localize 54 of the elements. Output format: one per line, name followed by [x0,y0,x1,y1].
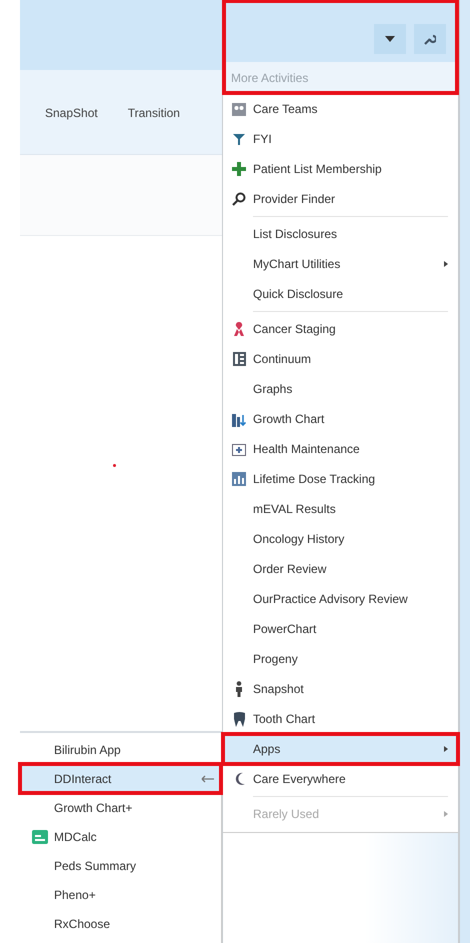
person-icon [235,681,243,697]
menu-item[interactable]: Care Teams [223,94,458,124]
menu-item[interactable]: Tooth Chart [223,704,458,734]
submenu-arrow-icon [444,811,448,817]
menu-item[interactable]: Apps [223,734,458,764]
menu-item[interactable]: Progeny [223,644,458,674]
menu-item[interactable]: RxChoose [20,909,221,938]
menu-item[interactable]: MyChart Utilities [223,249,458,279]
menu-item[interactable]: Health Maintenance [223,434,458,464]
menu-item[interactable]: Continuum [223,344,458,374]
menu-item[interactable]: Pheno+ [20,880,221,909]
submenu-arrow-icon [444,746,448,752]
people-icon [232,102,246,116]
menu-item[interactable]: Growth Chart [223,404,458,434]
menu-item[interactable]: Order Review [223,554,458,584]
bar-chart-icon [232,472,246,486]
menu-item[interactable]: Care Everywhere [223,764,458,794]
menu-item[interactable]: OurPractice Advisory Review [223,584,458,614]
menu-item[interactable]: FYI [223,124,458,154]
ribbon-icon [234,322,244,336]
menu-item[interactable]: MDCalc [20,822,221,851]
menu-item[interactable]: Patient List Membership [223,154,458,184]
tab[interactable]: Transition [128,106,180,120]
menu-title: More Activities [223,62,458,94]
menu-item[interactable]: Graphs [223,374,458,404]
tooth-icon [232,712,246,726]
menu-item[interactable]: Oncology History [223,524,458,554]
menu-item[interactable]: Cancer Staging [223,314,458,344]
pin-icon[interactable] [201,774,215,782]
menu-item[interactable]: mEVAL Results [223,494,458,524]
menu-item[interactable]: DDInteract [20,764,221,793]
menu-item[interactable]: Quick Disclosure [223,279,458,309]
submenu-arrow-icon [444,261,448,267]
wrench-icon [424,33,436,45]
funnel-icon [233,132,245,146]
growth-chart-icon [232,412,246,426]
grid-icon [232,352,246,366]
menu-item[interactable]: Growth Chart+ [20,793,221,822]
dropdown-button[interactable] [374,24,406,54]
menu-item[interactable]: Lifetime Dose Tracking [223,464,458,494]
menu-item[interactable]: Snapshot [223,674,458,704]
medical-kit-icon [232,442,246,456]
plus-icon [232,162,246,176]
menu-item[interactable]: Bilirubin App [20,735,221,764]
menu-item[interactable]: Peds Summary [20,851,221,880]
menu-item[interactable]: List Disclosures [223,219,458,249]
menu-item[interactable]: Provider Finder [223,184,458,214]
caret-icon [385,36,395,42]
wrench-button[interactable] [414,24,446,54]
calculator-icon [32,830,48,844]
tab[interactable]: SnapShot [45,106,98,120]
marker-dot [113,464,116,467]
menu-item[interactable]: PowerChart [223,614,458,644]
search-icon [232,192,246,206]
